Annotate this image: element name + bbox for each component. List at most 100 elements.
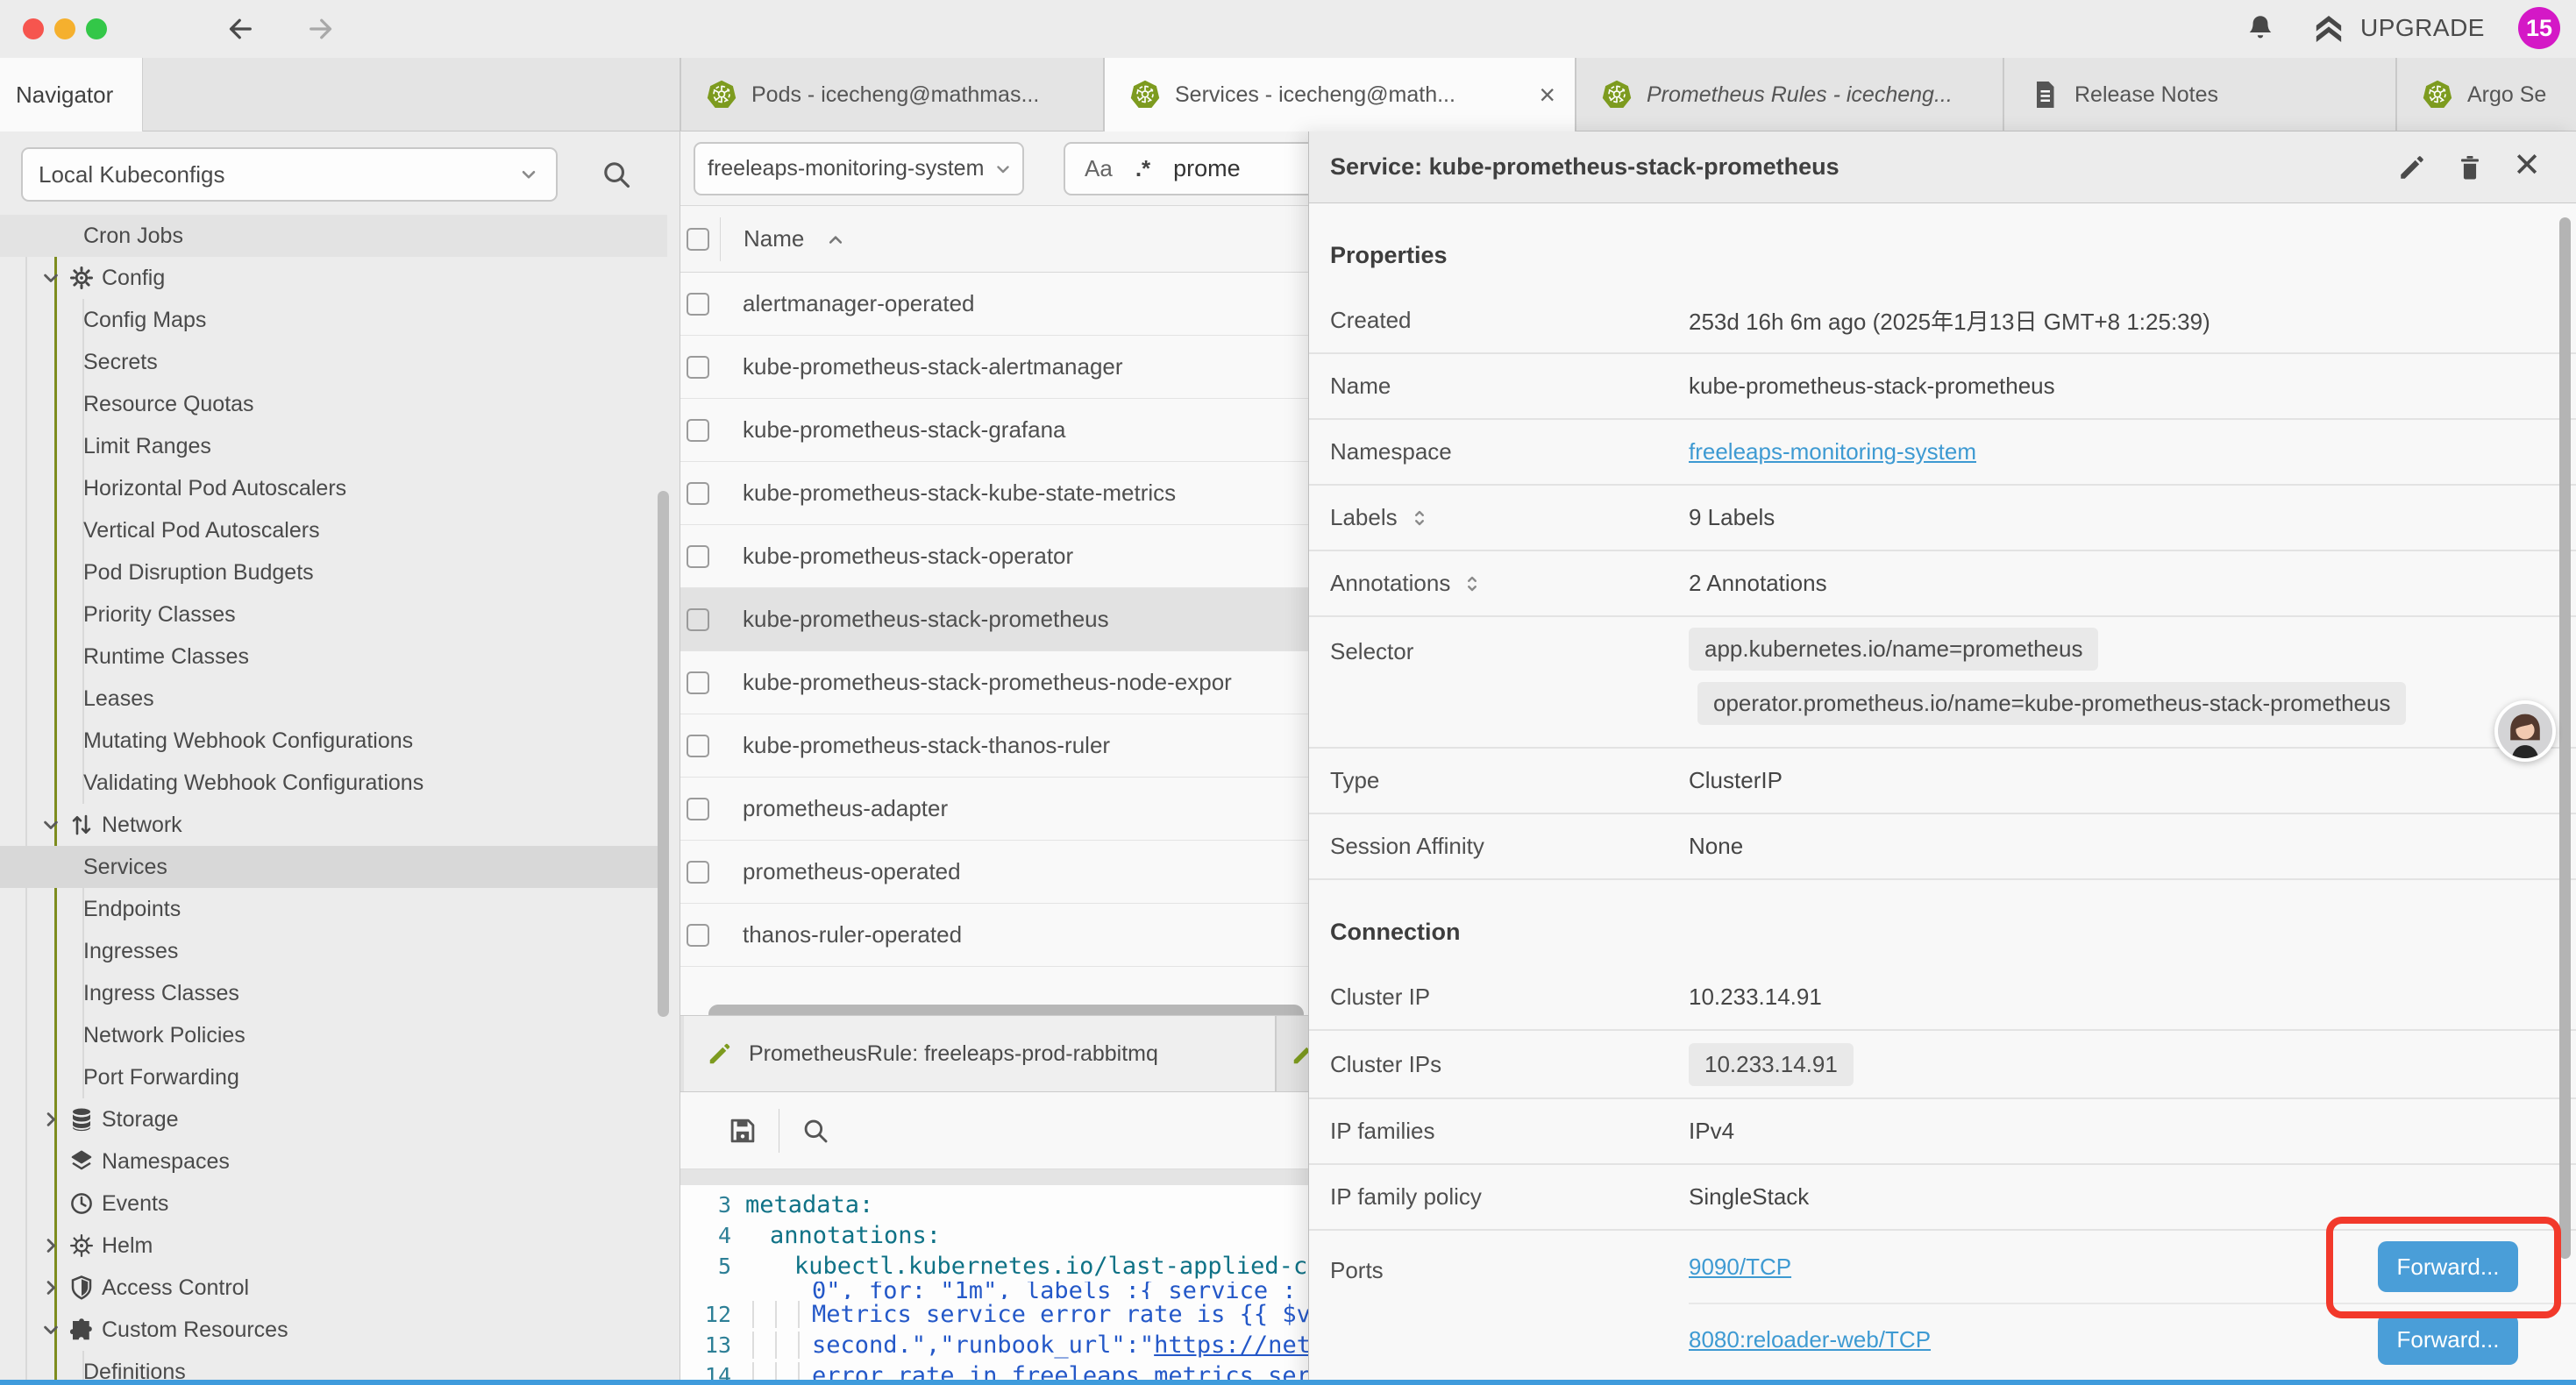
sidebar-item[interactable]: Port Forwarding [0,1056,667,1098]
row-checkbox[interactable] [687,293,709,316]
sidebar-item[interactable]: Access Control [0,1267,667,1309]
sidebar-item[interactable]: Ingress Classes [0,972,667,1014]
expand-toggle-icon[interactable] [1461,572,1484,595]
chevron-right-icon[interactable] [39,1275,63,1300]
cluster-tab[interactable]: Pods - icecheng@mathmas... [680,58,1103,131]
namespace-link[interactable]: freeleaps-monitoring-system [1689,438,1976,465]
chevron-right-icon[interactable] [39,1233,63,1258]
sidebar-item[interactable]: Validating Webhook Configurations [0,762,667,804]
sidebar-item[interactable]: Mutating Webhook Configurations [0,720,667,762]
cluster-tab[interactable]: Services - icecheng@math...× [1103,58,1575,131]
sidebar-search-icon[interactable] [600,158,633,191]
row-checkbox[interactable] [687,924,709,947]
table-row[interactable]: kube-prometheus-stack-kube-state-metrics [680,462,1308,525]
cluster-tab[interactable]: Prometheus Rules - icecheng... [1575,58,2003,131]
sidebar-item[interactable]: Services [0,846,667,888]
editor-search-icon[interactable] [801,1116,830,1146]
save-icon[interactable] [726,1114,759,1147]
dock-tab-prometheusrule[interactable]: PrometheusRule: freeleaps-prod-rabbitmq [684,1016,1277,1091]
forward-arrow-icon[interactable] [305,13,337,45]
sidebar-item[interactable]: Limit Ranges [0,425,667,467]
row-checkbox[interactable] [687,735,709,757]
cluster-tab[interactable]: Release Notes [2003,58,2395,131]
forward-button[interactable]: Forward... [2378,1314,2518,1365]
row-checkbox[interactable] [687,671,709,694]
table-row[interactable]: prometheus-operated [680,841,1308,904]
row-checkbox[interactable] [687,545,709,568]
table-row[interactable]: kube-prometheus-stack-alertmanager [680,336,1308,399]
cluster-tab[interactable]: Argo Se [2395,58,2576,131]
detail-scrollbar[interactable] [2559,217,2571,1259]
detail-panel-header: Service: kube-prometheus-stack-prometheu… [1309,131,2576,203]
sidebar-item[interactable]: Network Policies [0,1014,667,1056]
row-checkbox[interactable] [687,861,709,884]
sidebar-item[interactable]: Network [0,804,667,846]
sidebar-item[interactable]: Leases [0,678,667,720]
namespace-filter-select[interactable]: freeleaps-monitoring-system [694,142,1024,195]
table-row[interactable]: thanos-ruler-operated [680,904,1308,967]
table-search-input[interactable]: Aa .* prome [1064,142,1308,195]
expand-toggle-icon[interactable] [1408,507,1431,529]
sidebar-item[interactable]: Ingresses [0,930,667,972]
notification-count-badge[interactable]: 15 [2518,7,2560,49]
select-all-checkbox[interactable] [687,228,709,251]
match-case-toggle[interactable]: Aa [1085,155,1113,182]
kubeconfig-selector[interactable]: Local Kubeconfigs [21,147,558,202]
sidebar-item[interactable]: Config Maps [0,299,667,341]
notifications-bell-icon[interactable] [2245,12,2276,44]
edit-icon[interactable] [2397,153,2427,182]
window-minimize-button[interactable] [54,18,75,39]
name-column-header[interactable]: Name [744,225,804,252]
dock-tab-2[interactable] [1278,1016,1308,1091]
navigator-panel-tab[interactable]: Navigator [0,58,143,131]
port-link[interactable]: 9090/TCP [1689,1254,1791,1281]
chevron-right-icon[interactable] [39,1107,63,1132]
window-close-button[interactable] [23,18,44,39]
sidebar-item[interactable]: Horizontal Pod Autoscalers [0,467,667,509]
forward-button[interactable]: Forward... [2378,1241,2518,1292]
chevron-down-icon[interactable] [39,266,63,290]
upgrade-label[interactable]: UPGRADE [2360,14,2485,42]
table-row[interactable]: kube-prometheus-stack-prometheus-node-ex… [680,651,1308,714]
sidebar-scrollbar[interactable] [658,491,669,1017]
row-checkbox[interactable] [687,419,709,442]
sidebar-item[interactable]: Storage [0,1098,667,1140]
sort-ascending-icon[interactable] [823,227,848,252]
chevron-down-icon[interactable] [39,1318,63,1342]
sidebar-item[interactable]: Namespaces [0,1140,667,1183]
back-arrow-icon[interactable] [224,13,256,45]
sidebar-item[interactable]: Resource Quotas [0,383,667,425]
row-checkbox[interactable] [687,482,709,505]
port-link[interactable]: 8080:reloader-web/TCP [1689,1326,1931,1353]
sidebar-item[interactable]: Config [0,257,667,299]
avatar[interactable] [2494,700,2556,762]
delete-icon[interactable] [2455,153,2485,182]
sidebar-item[interactable]: Runtime Classes [0,636,667,678]
tab-close-icon[interactable]: × [1539,81,1555,109]
sidebar-item[interactable]: Pod Disruption Budgets [0,551,667,593]
regex-toggle[interactable]: .* [1135,155,1150,182]
row-checkbox[interactable] [687,356,709,379]
table-row[interactable]: alertmanager-operated [680,273,1308,336]
sidebar-item[interactable]: Priority Classes [0,593,667,636]
sidebar-item[interactable]: Endpoints [0,888,667,930]
row-checkbox[interactable] [687,608,709,631]
sidebar-item[interactable]: Custom Resources [0,1309,667,1351]
upgrade-icon[interactable] [2311,11,2346,46]
close-icon[interactable]: ✕ [2513,149,2541,182]
sidebar-item[interactable]: Cron Jobs [0,215,667,257]
row-checkbox[interactable] [687,798,709,820]
table-row[interactable]: kube-prometheus-stack-thanos-ruler [680,714,1308,778]
sidebar-item[interactable]: Vertical Pod Autoscalers [0,509,667,551]
chevron-down-icon[interactable] [39,813,63,837]
sidebar-item[interactable]: Events [0,1183,667,1225]
yaml-editor[interactable]: 3metadata: 4annotations: 5kubectl.kubern… [680,1185,1308,1385]
table-row[interactable]: kube-prometheus-stack-prometheus [680,588,1308,651]
table-row[interactable]: kube-prometheus-stack-grafana [680,399,1308,462]
table-row[interactable]: kube-prometheus-stack-operator [680,525,1308,588]
code-link[interactable]: https://net [1154,1332,1308,1359]
sidebar-item[interactable]: Secrets [0,341,667,383]
sidebar-item[interactable]: Helm [0,1225,667,1267]
window-maximize-button[interactable] [86,18,107,39]
table-row[interactable]: prometheus-adapter [680,778,1308,841]
